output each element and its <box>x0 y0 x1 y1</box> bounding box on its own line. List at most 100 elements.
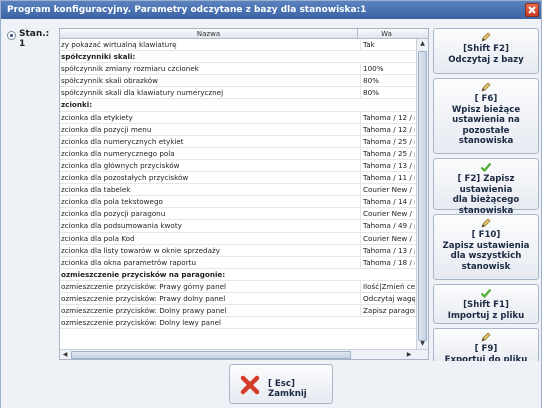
table-row[interactable]: zcionka dla pola tekstowego Tahoma / 14 /… <box>60 196 416 209</box>
pencil-icon <box>481 218 491 228</box>
cell-value: Tahoma / 13 / po <box>360 159 415 171</box>
window-close-button[interactable] <box>525 3 539 17</box>
horizontal-scroll-thumb[interactable] <box>71 351 351 359</box>
write-to-other-stations-button[interactable]: [ F6] Wpisz bieżące ustawienia na pozost… <box>433 78 539 154</box>
cell-name: zcionka dla etykiety <box>61 112 133 122</box>
table-row[interactable]: spółczynnik skali obrazków 80% <box>60 75 416 88</box>
cell-name: zcionka dla pozostałych przycisków <box>61 173 189 183</box>
cell-value: Tak <box>360 39 415 50</box>
column-header-name[interactable]: Nazwa <box>60 29 358 39</box>
cell-name: spółczynnik zmiany rozmiaru czcionek <box>61 64 199 74</box>
table-row[interactable]: zcionka dla pozostałych przycisków Tahoma… <box>60 172 416 185</box>
scroll-right-icon[interactable]: ▶ <box>404 350 414 359</box>
cell-name: zcionka dla okna parametrów raportu <box>61 257 197 267</box>
save-all-stations-label: [ F10] Zapisz ustawienia dla wszystkich … <box>442 230 530 272</box>
cell-value: Tahoma / 25 / no <box>360 135 415 147</box>
cell-name: ozmieszczenie przycisków: Prawy górny pa… <box>61 281 227 291</box>
table-row[interactable]: zcionka dla pola Kod Courier New / 20 <box>60 232 416 245</box>
save-current-station-button[interactable]: [ F2] Zapisz ustawienia dla bieżącego st… <box>433 158 539 216</box>
read-from-db-button[interactable]: [Shift F2] Odczytaj z bazy <box>433 28 539 74</box>
pencil-icon <box>481 332 491 342</box>
table-row[interactable]: ozmieszczenie przycisków: Prawy górny pa… <box>60 280 416 293</box>
import-from-file-button[interactable]: [Shift F1] Importuj z pliku <box>433 284 539 324</box>
table-body: zy pokazać wirtualną klawiaturę Tak spółcz… <box>60 39 416 349</box>
cell-value: Ilość|Zmień cenę <box>360 280 415 292</box>
vertical-scroll-thumb[interactable] <box>418 51 427 341</box>
cell-value: Tahoma / 49 / po <box>360 220 415 232</box>
cell-value: Tahoma / 25 / po <box>360 147 415 159</box>
cell-value: 100% <box>360 63 415 75</box>
station-radio[interactable] <box>7 31 16 40</box>
cell-name: zcionka dla pola tekstowego <box>61 197 163 207</box>
station-label: Stan.: 1 <box>19 29 50 49</box>
cell-value: Courier New / 16 <box>360 184 415 196</box>
cell-value: Tahoma / 18 / no <box>360 256 415 268</box>
table-row[interactable]: spółczynnik zmiany rozmiaru czcionek 100% <box>60 63 416 76</box>
horizontal-scrollbar[interactable]: ◀ ▶ <box>60 349 428 359</box>
table-row[interactable]: zy pokazać wirtualną klawiaturę Tak <box>60 39 416 52</box>
cell-name: spółczynnik skali obrazków <box>61 76 159 86</box>
save-current-station-label: [ F2] Zapisz ustawienia dla bieżącego st… <box>452 174 520 216</box>
cell-name: zcionka dla tabelek <box>61 185 131 195</box>
table-row[interactable]: zcionka dla listy towarów w oknie sprzed… <box>60 244 416 257</box>
table-row[interactable]: ozmieszczenie przycisków: Dolny prawy pa… <box>60 305 416 318</box>
table-row[interactable]: ozmieszczenie przycisków na paragonie: <box>60 269 416 281</box>
table-row[interactable]: zcionka dla głównych przycisków Tahoma / … <box>60 159 416 173</box>
cell-name: spółczynniki skali: <box>61 52 136 62</box>
table-row[interactable]: zcionka dla pozycji paragonu Courier New … <box>60 208 416 221</box>
table-row[interactable]: spółczynniki skali: <box>60 51 416 64</box>
read-from-db-label: [Shift F2] Odczytaj z bazy <box>448 44 524 65</box>
write-to-other-stations-label: [ F6] Wpisz bieżące ustawienia na pozost… <box>451 94 521 146</box>
cell-name: spółczynnik skali dla klawiatury numeryc… <box>61 88 224 98</box>
import-from-file-label: [Shift F1] Importuj z pliku <box>447 300 525 321</box>
table-row[interactable]: zcionka dla numerycznego pola Tahoma / 25… <box>60 147 416 160</box>
table-row[interactable]: spółczynnik skali dla klawiatury numeryc… <box>60 87 416 100</box>
table-row[interactable]: zcionka dla okna parametrów raportu Tahom… <box>60 256 416 269</box>
cell-value: Zapisz paragon|P <box>360 305 415 317</box>
cell-name: ozmieszczenie przycisków na paragonie: <box>61 269 226 279</box>
cell-name: zcionka dla pozycji menu <box>61 124 152 134</box>
table-row[interactable]: zcionki: <box>60 99 416 112</box>
cell-value: Tahoma / 11 / no <box>360 172 415 184</box>
config-window: Program konfiguracyjny. Parametry odczyt… <box>0 0 542 408</box>
column-header-value[interactable]: Wa <box>359 29 414 39</box>
cell-value: Tahoma / 14 / no <box>360 196 415 208</box>
red-x-icon <box>240 375 260 395</box>
save-all-stations-button[interactable]: [ F10] Zapisz ustawienia dla wszystkich … <box>433 214 539 280</box>
cell-name: zcionka dla listy towarów w oknie sprzed… <box>61 245 221 255</box>
cell-value: Courier New / 16 <box>360 208 415 220</box>
checkmark-icon <box>480 162 492 173</box>
close-button[interactable]: [ Esc] Zamknij <box>229 364 333 404</box>
parameters-table: Nazwa Wa zy pokazać wirtualną klawiaturę… <box>59 28 429 360</box>
cell-value: 80% <box>360 75 415 87</box>
cell-value: Tahoma / 12 / no <box>360 123 415 135</box>
close-icon <box>528 6 536 14</box>
table-row[interactable]: zcionka dla pozycji menu Tahoma / 12 / no <box>60 123 416 136</box>
table-row[interactable]: zcionka dla etykiety Tahoma / 12 / no <box>60 111 416 124</box>
cell-name: ozmieszczenie przycisków: Prawy dolny pa… <box>61 293 226 303</box>
scroll-down-icon[interactable]: ▼ <box>417 339 428 349</box>
table-row[interactable]: zcionka dla podsumowania kwoty Tahoma / 4… <box>60 220 416 233</box>
table-row[interactable]: ozmieszczenie przycisków: Prawy dolny pa… <box>60 292 416 306</box>
cell-name: zcionki: <box>61 100 93 110</box>
vertical-scrollbar[interactable]: ▲ ▼ <box>416 39 428 349</box>
cell-name: zcionka dla głównych przycisków <box>61 160 180 170</box>
cell-value: Courier New / 20 <box>360 232 415 244</box>
scroll-up-icon[interactable]: ▲ <box>417 39 428 49</box>
table-row[interactable]: zcionka dla numerycznych etykiet Tahoma /… <box>60 135 416 148</box>
pencil-icon <box>481 32 491 42</box>
table-row[interactable]: zcionka dla tabelek Courier New / 16 <box>60 184 416 197</box>
cell-name: zcionka dla pozycji paragonu <box>61 209 166 219</box>
table-row[interactable]: ozmieszczenie przycisków: Dolny lewy pan… <box>60 317 416 330</box>
cell-value: Tahoma / 13 / po <box>360 244 415 256</box>
cell-name: zcionka dla numerycznego pola <box>61 148 175 158</box>
close-button-label: [ Esc] Zamknij <box>268 379 307 399</box>
cell-name: ozmieszczenie przycisków: Dolny lewy pan… <box>61 318 222 328</box>
footer-bar: [ Esc] Zamknij <box>1 361 541 408</box>
station-panel: Stan.: 1 <box>1 19 58 361</box>
cell-name: ozmieszczenie przycisków: Dolny prawy pa… <box>61 306 227 316</box>
cell-name: zcionka dla numerycznych etykiet <box>61 136 184 146</box>
cell-name: zcionka dla pola Kod <box>61 233 135 243</box>
checkmark-icon <box>480 288 492 299</box>
scroll-left-icon[interactable]: ◀ <box>60 350 70 359</box>
